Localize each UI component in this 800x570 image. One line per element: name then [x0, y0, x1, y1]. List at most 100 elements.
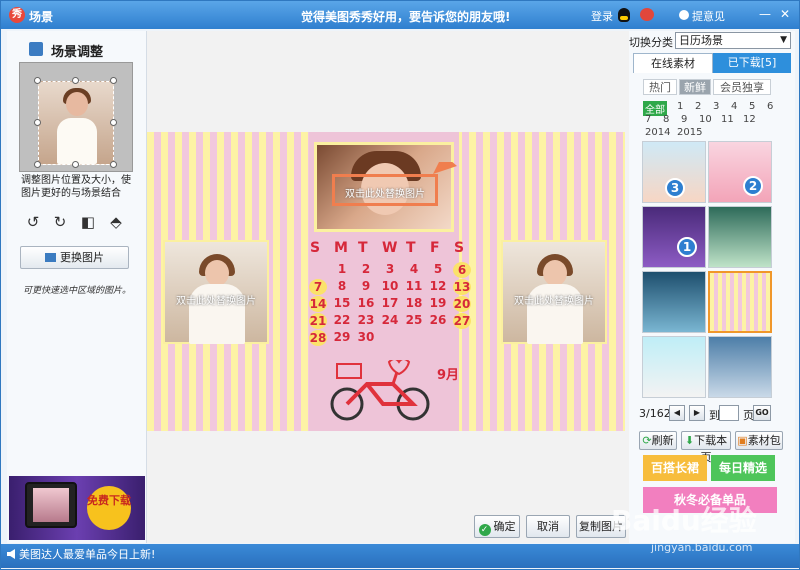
template-thumb[interactable]: 3: [642, 141, 706, 203]
flip-vertical-icon[interactable]: ⬘: [108, 214, 124, 230]
scene-adjust-icon: [29, 42, 43, 56]
status-text[interactable]: 美图达人最爱单品今日上新!: [19, 548, 155, 561]
resize-handle[interactable]: [72, 161, 79, 168]
ad-badge[interactable]: 免费下载: [87, 486, 131, 530]
template-thumb[interactable]: [708, 206, 772, 268]
bicycle-illustration: [330, 360, 430, 421]
calendar-day: 25: [405, 313, 423, 327]
change-image-button[interactable]: 更换图片: [20, 246, 129, 269]
calendar-day: 9: [361, 279, 371, 293]
chevron-down-icon: ▼: [780, 35, 787, 45]
ad-banner[interactable]: 免费下载: [9, 476, 145, 540]
thumb-badge: 1: [677, 237, 697, 257]
filter-chip[interactable]: 2014: [645, 127, 670, 138]
title-bar: 秀 场景 觉得美图秀秀好用，要告诉您的朋友哦! 登录 提意见 — ✕: [1, 1, 799, 29]
cancel-button[interactable]: 取消: [526, 515, 570, 538]
next-page-button[interactable]: ▶: [689, 405, 705, 421]
resize-handle[interactable]: [34, 161, 41, 168]
right-panel: 切换分类 日历场景 ▼ 在线素材 已下载[5] 热门 新鲜 会员独享 全部 1 2 3…: [629, 31, 795, 543]
download-page-button[interactable]: ⬇下载本页: [681, 431, 731, 464]
calendar-day: 7: [309, 279, 327, 295]
promo-daily-picks[interactable]: 每日精选: [711, 455, 775, 481]
thumb-badge: 2: [743, 176, 763, 196]
calendar-day: 19: [429, 296, 447, 310]
calendar-day: 26: [429, 313, 447, 327]
filter-chip[interactable]: 1: [677, 101, 683, 112]
prev-page-button[interactable]: ◀: [669, 405, 685, 421]
calendar-day: 15: [333, 296, 351, 310]
weekday-label: W: [382, 240, 398, 256]
filter-chip[interactable]: 12: [743, 114, 756, 125]
preview-crop-frame[interactable]: [38, 81, 114, 165]
filter-chip[interactable]: 9: [681, 114, 687, 125]
close-button[interactable]: ✕: [777, 6, 793, 22]
feedback-link[interactable]: 提意见: [692, 8, 725, 24]
resize-handle[interactable]: [72, 77, 79, 84]
left-photo-slot[interactable]: 双击此处替换图片: [163, 240, 269, 344]
go-button[interactable]: GO: [753, 405, 771, 421]
preview-body: [57, 118, 97, 164]
calendar-day: 23: [357, 313, 375, 327]
template-thumb[interactable]: [642, 336, 706, 398]
resize-handle[interactable]: [110, 77, 117, 84]
rotate-right-icon[interactable]: ↻: [52, 214, 68, 230]
filter-chip[interactable]: 7: [645, 114, 651, 125]
calendar-day: 18: [405, 296, 423, 310]
filter-chip[interactable]: 4: [731, 101, 737, 112]
filter-chip[interactable]: 3: [713, 101, 719, 112]
weibo-icon[interactable]: [640, 8, 654, 21]
highlight-box[interactable]: 双击此处替换图片: [332, 174, 438, 206]
calendar-day: 17: [381, 296, 399, 310]
filter-chip[interactable]: 5: [749, 101, 755, 112]
scene-preview[interactable]: [19, 62, 133, 172]
resize-handle[interactable]: [110, 119, 117, 126]
tab-online-materials[interactable]: 在线素材: [633, 53, 713, 73]
template-thumb[interactable]: 2: [708, 141, 772, 203]
qq-icon[interactable]: [618, 8, 630, 22]
template-thumb[interactable]: [708, 336, 772, 398]
feedback-icon[interactable]: [679, 10, 689, 20]
filter-chip[interactable]: 2: [695, 101, 701, 112]
filter-chip[interactable]: 2015: [677, 127, 702, 138]
calendar-scene[interactable]: 双击此处替换图片 双击此处替换图片 双击此处替换图片 SMTWTFS123456…: [147, 132, 625, 431]
library-label: 素材包: [747, 434, 781, 447]
library-button[interactable]: ▣素材包: [735, 431, 783, 450]
filter-chip[interactable]: 6: [767, 101, 773, 112]
calendar-day: 29: [333, 330, 351, 344]
weekday-label: T: [406, 240, 416, 256]
filter-chip[interactable]: 8: [663, 114, 669, 125]
rotate-left-icon[interactable]: ↺: [25, 214, 41, 230]
thumb-badge: 3: [665, 178, 685, 198]
page-input[interactable]: [719, 405, 739, 421]
promo-long-skirt[interactable]: 百搭长裙: [643, 455, 707, 481]
calendar-day: 20: [453, 296, 471, 312]
refresh-label: 刷新: [651, 434, 674, 447]
category-select[interactable]: 日历场景 ▼: [675, 32, 791, 49]
calendar-day: 4: [409, 262, 419, 276]
resize-handle[interactable]: [34, 77, 41, 84]
sub-tab-hot[interactable]: 热门: [643, 79, 677, 95]
window-title: 场景: [29, 10, 54, 24]
minimize-button[interactable]: —: [757, 6, 773, 22]
slogan-text: 觉得美图秀秀好用，要告诉您的朋友哦!: [301, 10, 511, 24]
ok-button[interactable]: ✓ 确定: [474, 515, 520, 538]
replace-photo-label: 双击此处替换图片: [345, 189, 425, 200]
page-info: 3/162: [639, 407, 671, 420]
template-thumb[interactable]: 1: [642, 206, 706, 268]
login-link[interactable]: 登录: [591, 8, 613, 24]
speaker-icon: [7, 549, 15, 559]
calendar-day: 16: [357, 296, 375, 310]
filter-chip[interactable]: 10: [699, 114, 712, 125]
calendar-day: 13: [453, 279, 471, 295]
template-thumb-selected[interactable]: [708, 271, 772, 333]
resize-handle[interactable]: [34, 119, 41, 126]
calendar-day: 8: [337, 279, 347, 293]
refresh-button[interactable]: ⟳刷新: [639, 431, 677, 450]
filter-chip[interactable]: 11: [721, 114, 734, 125]
flip-horizontal-icon[interactable]: ◧: [80, 214, 96, 230]
resize-handle[interactable]: [110, 161, 117, 168]
sub-tab-new[interactable]: 新鲜: [679, 79, 711, 95]
tab-downloaded[interactable]: 已下载[5]: [713, 53, 791, 73]
template-thumb[interactable]: [642, 271, 706, 333]
sub-tab-vip[interactable]: 会员独享: [713, 79, 771, 95]
